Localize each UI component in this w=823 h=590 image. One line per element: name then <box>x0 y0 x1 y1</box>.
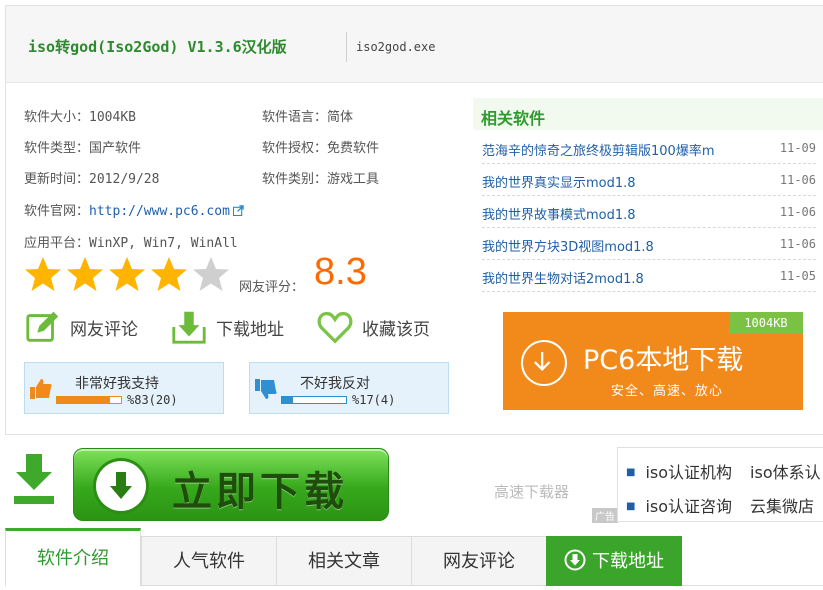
bullet-icon: ■ <box>626 467 636 478</box>
related-item-date: 11-06 <box>779 173 816 187</box>
bullet-icon: ■ <box>626 501 636 512</box>
related-item[interactable]: 范海辛的惊奇之旅终极剪辑版100爆率m 11-09 <box>482 132 816 164</box>
ad-row: ■ iso认证机构 iso体系认 <box>626 459 821 483</box>
info-size: 软件大小：1004KB <box>24 110 136 125</box>
support-vote-button[interactable]: 非常好我支持 %83(20) <box>24 362 224 414</box>
star-filled-icon[interactable] <box>24 256 62 292</box>
website-link[interactable]: http://www.pc6.com <box>89 204 230 219</box>
related-item-title[interactable]: 我的世界生物对话2mod1.8 <box>482 268 644 287</box>
tab-software-intro[interactable]: 软件介绍 <box>5 528 141 586</box>
ad-link[interactable]: iso认证咨询 <box>645 497 732 516</box>
download-circle-icon <box>521 340 567 386</box>
page-header: iso转god(Iso2God) V1.3.6汉化版 iso2god.exe <box>6 6 823 83</box>
ad-link[interactable]: 云集微店 <box>750 497 814 516</box>
download-now-button[interactable]: 立即下载 <box>73 448 389 521</box>
related-item[interactable]: 我的世界方块3D视图mod1.8 11-06 <box>482 228 816 260</box>
download-now-label: 立即下载 <box>172 469 348 515</box>
thumbs-up-icon <box>30 379 52 399</box>
support-label: 非常好我支持 <box>75 376 159 392</box>
related-item-date: 11-09 <box>779 141 816 155</box>
oppose-vote-button[interactable]: 不好我反对 %17(4) <box>249 362 449 414</box>
related-item[interactable]: 我的世界真实显示mod1.8 11-06 <box>482 164 816 196</box>
local-download-label: PC6本地下载 <box>583 345 744 376</box>
ad-link[interactable]: iso体系认 <box>750 463 821 482</box>
tab-popular-software[interactable]: 人气软件 <box>141 536 277 586</box>
user-score: 8.3 <box>314 251 367 293</box>
edit-comment-icon <box>26 311 59 342</box>
tab-user-comments[interactable]: 网友评论 <box>411 536 547 586</box>
pc6-local-download-button[interactable]: 1004KB PC6本地下载 安全、高速、放心 <box>503 312 803 410</box>
ad-row: ■ iso认证咨询 云集微店 <box>626 493 814 517</box>
related-software-heading: 相关软件 <box>473 98 823 130</box>
info-website: 软件官网：http://www.pc6.com <box>24 200 244 219</box>
related-item-title[interactable]: 我的世界故事模式mod1.8 <box>482 204 636 223</box>
download-circle-icon <box>96 461 146 511</box>
support-bar-fill <box>57 397 111 403</box>
download-arrow-icon <box>110 472 132 499</box>
thumbs-down-icon <box>255 379 277 399</box>
info-license: 软件授权：免费软件 <box>262 141 380 156</box>
download-address-button[interactable]: 下载地址 <box>170 308 284 346</box>
ad-tag: 广告 <box>592 508 618 523</box>
related-item-date: 11-06 <box>779 205 816 219</box>
heart-icon <box>317 312 353 344</box>
related-item-title[interactable]: 范海辛的惊奇之旅终极剪辑版100爆率m <box>482 140 714 159</box>
download-circle-icon <box>564 549 586 571</box>
oppose-percent: %17(4) <box>352 393 396 407</box>
ad-link[interactable]: iso认证机构 <box>645 463 732 482</box>
file-name: iso2god.exe <box>356 40 436 54</box>
external-link-icon <box>232 205 244 216</box>
oppose-bar-fill <box>282 397 293 403</box>
info-language: 软件语言：简体 <box>262 110 354 125</box>
ad-box: ■ iso认证机构 iso体系认 ■ iso认证咨询 云集微店 <box>617 447 823 522</box>
file-size-tag: 1004KB <box>729 312 803 334</box>
star-filled-icon[interactable] <box>150 256 188 292</box>
related-item-date: 11-06 <box>779 237 816 251</box>
software-title: iso转god(Iso2God) V1.3.6汉化版 <box>28 38 287 56</box>
oppose-bar <box>281 396 347 404</box>
title-divider <box>346 32 347 62</box>
rating-stars[interactable] <box>24 256 230 292</box>
info-category: 软件类别：游戏工具 <box>262 172 380 187</box>
related-item[interactable]: 我的世界生物对话2mod1.8 11-05 <box>482 260 816 292</box>
star-filled-icon[interactable] <box>66 256 104 292</box>
software-info-panel: iso转god(Iso2God) V1.3.6汉化版 iso2god.exe 软… <box>5 5 823 435</box>
download-arrow-icon <box>14 454 54 504</box>
comment-button[interactable]: 网友评论 <box>24 308 138 346</box>
support-percent: %83(20) <box>127 393 178 407</box>
star-filled-icon[interactable] <box>108 256 146 292</box>
tab-download-address[interactable]: 下载地址 <box>546 536 682 586</box>
star-empty-icon[interactable] <box>192 256 230 292</box>
content-tabs: 软件介绍 人气软件 相关文章 网友评论 下载地址 <box>5 528 823 590</box>
oppose-label: 不好我反对 <box>300 376 370 392</box>
related-item-title[interactable]: 我的世界真实显示mod1.8 <box>482 172 636 191</box>
info-updated: 更新时间：2012/9/28 <box>24 172 160 187</box>
tab-related-articles[interactable]: 相关文章 <box>276 536 412 586</box>
related-item[interactable]: 我的世界故事模式mod1.8 11-06 <box>482 196 816 228</box>
related-item-date: 11-05 <box>779 269 816 283</box>
download-arrow-icon <box>534 352 551 372</box>
support-bar <box>56 396 122 404</box>
related-item-title[interactable]: 我的世界方块3D视图mod1.8 <box>482 236 654 255</box>
info-platform: 应用平台：WinXP, Win7, WinAll <box>24 236 238 251</box>
info-type: 软件类型：国产软件 <box>24 141 142 156</box>
favorite-button[interactable]: 收藏该页 <box>316 308 430 346</box>
local-download-subtitle: 安全、高速、放心 <box>611 384 724 399</box>
fast-downloader-label[interactable]: 高速下载器 <box>494 481 569 502</box>
download-box-icon <box>172 311 206 344</box>
score-label: 网友评分： <box>239 280 305 295</box>
